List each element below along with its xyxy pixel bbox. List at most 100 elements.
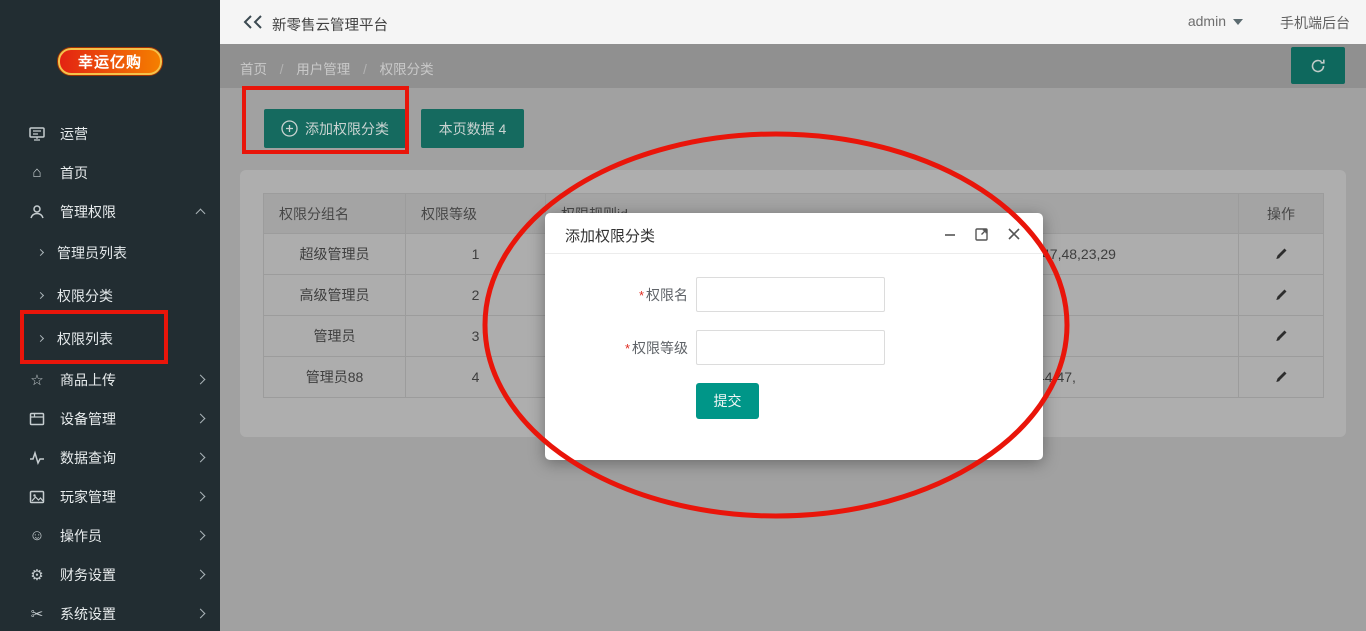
cell-level: 1: [406, 234, 546, 275]
chevron-right-icon: [196, 414, 206, 424]
edit-pencil-icon: [1274, 329, 1288, 343]
edit-pencil-icon: [1274, 288, 1288, 302]
username: admin: [1188, 13, 1226, 29]
edit-pencil-icon: [1274, 370, 1288, 384]
breadcrumb-separator: /: [280, 62, 284, 77]
sidebar-item-operator[interactable]: ☺ 操作员: [0, 516, 220, 555]
smiley-icon: ☺: [28, 527, 46, 545]
permission-name-input[interactable]: [696, 277, 885, 312]
form-row-permission-level: *权限等级: [545, 330, 885, 365]
edit-action-cell[interactable]: [1239, 316, 1324, 357]
sidebar-item-label: 财务设置: [60, 565, 197, 585]
scissors-icon: ✂: [28, 605, 46, 623]
sidebar-item-manage-permissions[interactable]: 管理权限: [0, 192, 220, 231]
permission-level-label: *权限等级: [545, 338, 688, 358]
form-row-permission-name: *权限名: [545, 277, 885, 312]
user-icon: [28, 203, 46, 221]
count-button-label: 本页数据 4: [439, 119, 507, 139]
breadcrumb-user-management[interactable]: 用户管理: [296, 62, 350, 77]
edit-action-cell[interactable]: [1239, 357, 1324, 398]
mobile-backend-link[interactable]: 手机端后台: [1280, 13, 1350, 33]
sidebar-item-label: 数据查询: [60, 448, 197, 468]
sidebar-item-admin-list[interactable]: 管理员列表: [0, 231, 220, 274]
sidebar-item-label: 运营: [60, 124, 204, 144]
cell-level: 2: [406, 275, 546, 316]
sidebar-item-permission-category[interactable]: 权限分类: [0, 274, 220, 317]
sidebar-item-device-management[interactable]: 设备管理: [0, 399, 220, 438]
refresh-icon: [1309, 57, 1327, 75]
pulse-icon: [28, 449, 46, 467]
brand-logo: 幸运亿购: [58, 48, 162, 75]
cell-group-name: 管理员: [264, 316, 406, 357]
sidebar-item-label: 玩家管理: [60, 487, 197, 507]
cell-level: 4: [406, 357, 546, 398]
column-header-level: 权限等级: [406, 194, 546, 234]
breadcrumb-home[interactable]: 首页: [240, 62, 267, 77]
home-icon: ⌂: [28, 164, 46, 182]
plus-circle-icon: [281, 120, 298, 137]
required-asterisk: *: [625, 341, 630, 356]
sidebar-item-label: 首页: [60, 163, 204, 183]
page-data-count-button[interactable]: 本页数据 4: [421, 109, 524, 148]
close-icon[interactable]: [1005, 225, 1023, 243]
breadcrumb-bar: 首页 / 用户管理 / 权限分类: [220, 44, 1366, 88]
edit-pencil-icon: [1274, 247, 1288, 261]
maximize-icon[interactable]: [973, 225, 991, 243]
caret-down-icon: [1233, 19, 1243, 25]
sidebar-menu: 运营 ⌂ 首页 管理权限 管理员列表 权限分类: [0, 114, 220, 631]
breadcrumb: 首页 / 用户管理 / 权限分类: [240, 58, 434, 78]
chevron-right-icon: [196, 531, 206, 541]
breadcrumb-current: 权限分类: [380, 62, 434, 77]
chevron-right-icon: [196, 375, 206, 385]
chevron-right-icon: [37, 292, 44, 299]
sidebar-subitem-label: 权限列表: [57, 329, 113, 349]
sidebar-item-data-query[interactable]: 数据查询: [0, 438, 220, 477]
chevron-right-icon: [37, 335, 44, 342]
topbar: 新零售云管理平台 admin 手机端后台: [220, 0, 1366, 44]
user-dropdown[interactable]: admin: [1188, 13, 1243, 29]
chevron-right-icon: [37, 249, 44, 256]
sidebar-item-label: 管理权限: [60, 202, 197, 222]
sidebar-collapse-icon[interactable]: [242, 12, 266, 32]
breadcrumb-separator: /: [363, 62, 367, 77]
sidebar-subitem-label: 权限分类: [57, 286, 113, 306]
edit-action-cell[interactable]: [1239, 234, 1324, 275]
app-root: 幸运亿购 运营 ⌂ 首页 管理权限 管理员: [0, 0, 1366, 631]
sidebar-item-label: 设备管理: [60, 409, 197, 429]
chevron-right-icon: [196, 492, 206, 502]
sidebar-item-finance-settings[interactable]: ⚙ 财务设置: [0, 555, 220, 594]
sidebar-item-permission-list[interactable]: 权限列表: [0, 317, 220, 360]
add-permission-modal: 添加权限分类 *权限名 *权限等级 提交: [545, 213, 1043, 460]
add-permission-category-button[interactable]: 添加权限分类: [264, 109, 406, 148]
sidebar-subitem-label: 管理员列表: [57, 243, 127, 263]
minimize-icon[interactable]: [941, 225, 959, 243]
sidebar-item-system-settings[interactable]: ✂ 系统设置: [0, 594, 220, 631]
sidebar-item-product-upload[interactable]: ☆ 商品上传: [0, 360, 220, 399]
column-header-group-name: 权限分组名: [264, 194, 406, 234]
edit-action-cell[interactable]: [1239, 275, 1324, 316]
chevron-right-icon: [196, 609, 206, 619]
gear-icon: ⚙: [28, 566, 46, 584]
chevron-up-icon: [196, 209, 206, 219]
sidebar-item-home[interactable]: ⌂ 首页: [0, 153, 220, 192]
column-header-actions: 操作: [1239, 194, 1324, 234]
sidebar-item-label: 操作员: [60, 526, 197, 546]
star-icon: ☆: [28, 371, 46, 389]
brand-logo-text: 幸运亿购: [78, 51, 142, 72]
sidebar: 幸运亿购 运营 ⌂ 首页 管理权限 管理员: [0, 0, 220, 631]
modal-header: 添加权限分类: [545, 213, 1043, 254]
required-asterisk: *: [639, 288, 644, 303]
dashboard-icon: [28, 125, 46, 143]
submit-button[interactable]: 提交: [696, 383, 759, 419]
chevron-right-icon: [196, 570, 206, 580]
cell-level: 3: [406, 316, 546, 357]
sidebar-item-player-management[interactable]: 玩家管理: [0, 477, 220, 516]
modal-title: 添加权限分类: [565, 225, 655, 246]
cell-group-name: 管理员88: [264, 357, 406, 398]
refresh-button[interactable]: [1291, 47, 1345, 84]
cell-group-name: 高级管理员: [264, 275, 406, 316]
permission-level-input[interactable]: [696, 330, 885, 365]
cell-group-name: 超级管理员: [264, 234, 406, 275]
sidebar-item-operations[interactable]: 运营: [0, 114, 220, 153]
device-icon: [28, 410, 46, 428]
